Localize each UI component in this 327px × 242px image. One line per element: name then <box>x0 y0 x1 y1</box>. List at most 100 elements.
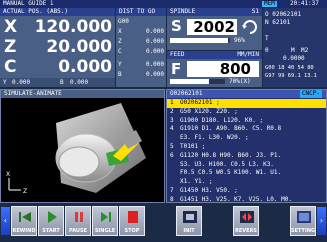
program-line[interactable]: S3. U3. H100. C0.5 L3. K3. <box>167 161 326 170</box>
dist-axis-b: B <box>118 71 122 78</box>
workpiece-face <box>58 146 100 178</box>
program-line-text: O02062101 ; <box>180 99 220 106</box>
pause-button[interactable]: PAUSE <box>65 206 91 236</box>
program-line[interactable]: F0.5 C0.5 W0.5 K100. W1. U1. <box>167 169 326 178</box>
program-line-number: 6 <box>170 151 174 159</box>
next-softkey-arrow[interactable]: › <box>317 207 326 235</box>
program-line[interactable]: 3 G1900 D180. L120. K0. ; <box>167 117 326 126</box>
stop-label: STOP <box>124 228 140 234</box>
m-value: M2 <box>301 47 309 54</box>
program-line-number: 4 <box>170 125 174 133</box>
program-line-number: 5 <box>170 142 174 150</box>
axis-z-value: 20.000 <box>46 37 112 57</box>
program-line[interactable]: 5 T0101 ; <box>167 143 326 152</box>
prev-softkey-arrow[interactable]: ‹ <box>1 207 10 235</box>
dist-axis-x: X <box>118 28 122 35</box>
program-line[interactable]: E3. F1. L30. W20. ; <box>167 134 326 143</box>
program-listing[interactable]: 1 O02062101 ; 2 G50 X120. Z20. ; 3 G1900 D180… <box>167 99 326 205</box>
program-line-current[interactable]: 1 O02062101 ; <box>167 99 326 108</box>
title-bar: MANUAL GUIDE i MEM 20:41:37 <box>0 0 327 8</box>
secondary-axes-row: Y 0.000 B 0.000 <box>0 78 115 87</box>
rewind-icon <box>19 212 31 222</box>
g-codes-row-1: G00 18 40 54 80 <box>265 65 314 71</box>
rewind-button[interactable]: REWIND <box>11 206 37 236</box>
simulation-header: SIMULATE-ANIMATE <box>1 90 164 98</box>
spindle-rotate-icon <box>242 20 257 34</box>
spindle-speed-box: 2002 <box>187 19 237 35</box>
program-line-text: X1. Y1. ; <box>180 178 213 186</box>
program-line[interactable]: X1. Y1. ; <box>167 178 326 187</box>
single-button[interactable]: SINGLE <box>92 206 118 236</box>
program-line[interactable]: 4 G1910 D1. A90. B60. C5. R0.8 <box>167 125 326 134</box>
feed-panel: FEED MM/MIN F 800 70%(X) <box>167 51 262 87</box>
dist-axis-c: C <box>118 48 122 55</box>
axis-c-label: C <box>4 57 17 77</box>
axis-x-value: 120.000 <box>34 17 112 37</box>
s-modal: 0 <box>265 47 269 54</box>
stop-icon <box>128 211 138 223</box>
program-header: O02062101 CNCP- <box>167 90 326 98</box>
dist-value-c: 0.000 <box>145 48 164 55</box>
f-modal: 0.0000 <box>283 55 305 62</box>
feed-value-box: 800 <box>187 61 259 77</box>
simulation-view: Z X <box>6 103 146 195</box>
program-line-text: G1451 H3. V25. K7. V25. L0. M0. <box>180 195 292 203</box>
stop-button[interactable]: STOP <box>119 206 145 236</box>
pause-label: PAUSE <box>69 228 87 234</box>
program-line-text: E3. F1. L30. W20. ; <box>180 134 249 142</box>
program-line-text: G50 X120. Z20. ; <box>180 107 238 115</box>
program-line[interactable]: 7 G1450 H3. V50. ; <box>167 187 326 196</box>
program-line-number: 1 <box>170 99 174 106</box>
axis-c-value: 0.000 <box>58 57 112 77</box>
dist-value-y: 0.000 <box>145 61 164 68</box>
revers-button[interactable]: REVERS <box>233 206 259 236</box>
program-line[interactable]: 2 G50 X120. Z20. ; <box>167 108 326 117</box>
setting-icon <box>297 211 311 223</box>
mode-label: MANUAL GUIDE i <box>3 0 54 7</box>
axis-b-label: B <box>60 79 64 86</box>
program-line-text: T0101 ; <box>180 142 206 150</box>
dist-value-z: 0.000 <box>145 38 164 45</box>
single-label: SINGLE <box>94 228 116 234</box>
axis-b-value: 0.000 <box>70 79 89 86</box>
axis-x-label: X <box>4 17 18 37</box>
program-line-text: F0.5 C0.5 W0.5 K100. W1. U1. <box>180 169 282 177</box>
modal-info-panel: O 02062101 N 62101 T 0 M M2 0.0000 G00 1… <box>263 8 327 87</box>
program-line-number: 8 <box>170 195 174 203</box>
dist-axis-z: Z <box>118 38 122 45</box>
feed-header: FEED MM/MIN <box>167 51 262 59</box>
setting-button[interactable]: SETTING <box>290 206 316 236</box>
m-label: M <box>291 47 295 54</box>
feed-value: 800 <box>219 60 251 78</box>
tool-label: T <box>265 35 269 42</box>
init-icon <box>183 211 197 223</box>
feed-override-bar <box>170 79 225 84</box>
rewind-label: REWIND <box>12 228 36 234</box>
feed-label: F <box>171 60 182 78</box>
spindle-header-label: SPINDLE <box>170 8 196 15</box>
g-codes-row-2: G97 99 69.1 13.1 <box>265 73 317 79</box>
start-button[interactable]: START <box>38 206 64 236</box>
sequence-number: N 62101 <box>265 19 291 26</box>
program-line[interactable]: 6 G1120 H0.8 H90. B60. J3. P1. <box>167 152 326 161</box>
program-header-label: O02062101 <box>170 90 203 97</box>
program-line-text: S3. U3. H100. C0.5 L3. K3. <box>180 160 274 168</box>
init-label: INIT <box>183 228 195 234</box>
feed-override: 70%(X) <box>229 78 251 85</box>
init-button[interactable]: INIT <box>176 206 202 236</box>
spindle-load-value: 96% <box>234 37 245 44</box>
program-line[interactable]: 8 G1451 H3. V25. K7. V25. L0. M0. <box>167 196 326 205</box>
program-tag: CNCP- <box>299 90 322 98</box>
actual-position-header: ACTUAL POS. (ABS.) <box>0 8 115 16</box>
axis-x-indicator: X <box>6 171 10 178</box>
dist-mode-label: G00 <box>118 18 129 25</box>
spindle-label: S <box>171 17 182 35</box>
actual-position-panel: ACTUAL POS. (ABS.) X 120.000 Z 20.000 C … <box>0 8 115 87</box>
program-line-number: 2 <box>170 107 174 115</box>
spindle-channel: S1 <box>251 8 259 15</box>
dist-to-go-header: DIST TO GO <box>116 8 166 16</box>
feed-unit: MM/MIN <box>237 51 259 58</box>
clock: 20:41:37 <box>290 0 319 7</box>
program-line-text: G1450 H3. V50. ; <box>180 186 238 194</box>
pause-icon <box>75 212 83 222</box>
